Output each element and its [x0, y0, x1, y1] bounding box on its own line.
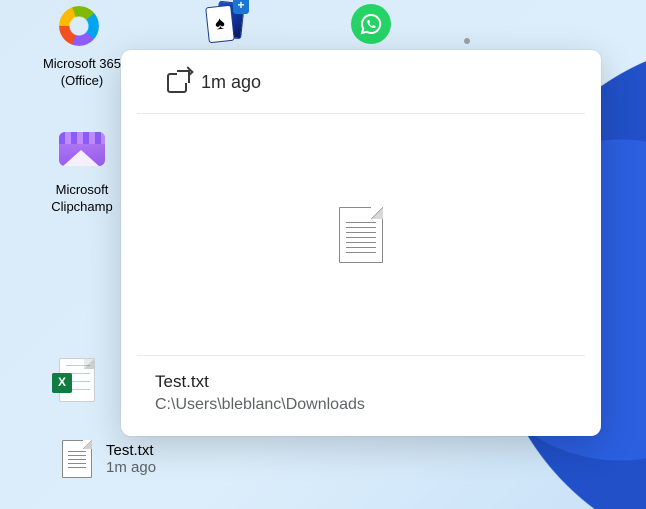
panel-thumbnail-area[interactable] — [121, 114, 601, 355]
panel-timestamp: 1m ago — [201, 72, 261, 93]
recent-item-time: 1m ago — [106, 459, 156, 476]
desktop-icon-solitaire[interactable]: ♠ + — [180, 2, 276, 52]
desktop-icon-excel-file[interactable]: X — [52, 358, 112, 408]
panel-footer: Test.txt C:\Users\bleblanc\Downloads — [137, 355, 585, 436]
menu-page-indicator — [464, 38, 470, 44]
text-file-icon — [339, 207, 383, 263]
text-file-icon — [62, 440, 92, 478]
whatsapp-icon — [351, 4, 391, 44]
panel-file-path: C:\Users\bleblanc\Downloads — [155, 396, 567, 414]
recent-item-name: Test.txt — [106, 442, 156, 459]
open-external-icon[interactable] — [167, 73, 187, 93]
solitaire-icon: ♠ + — [205, 2, 245, 48]
desktop-icon-clipchamp[interactable]: Microsoft Clipchamp — [34, 126, 130, 216]
recent-item-row[interactable]: Test.txt 1m ago — [62, 440, 156, 478]
excel-file-icon: X — [59, 358, 95, 402]
desktop-icon-label: Microsoft 365 (Office) — [34, 56, 130, 90]
desktop-icon-label: Microsoft Clipchamp — [34, 182, 130, 216]
panel-file-name: Test.txt — [155, 372, 567, 392]
desktop-icon-whatsapp[interactable] — [326, 4, 422, 54]
file-preview-panel: 1m ago Test.txt C:\Users\bleblanc\Downlo… — [121, 50, 601, 436]
panel-header: 1m ago — [137, 50, 585, 114]
clipchamp-icon — [59, 132, 105, 166]
desktop-icon-m365[interactable]: Microsoft 365 (Office) — [34, 6, 130, 90]
m365-icon — [59, 6, 99, 46]
